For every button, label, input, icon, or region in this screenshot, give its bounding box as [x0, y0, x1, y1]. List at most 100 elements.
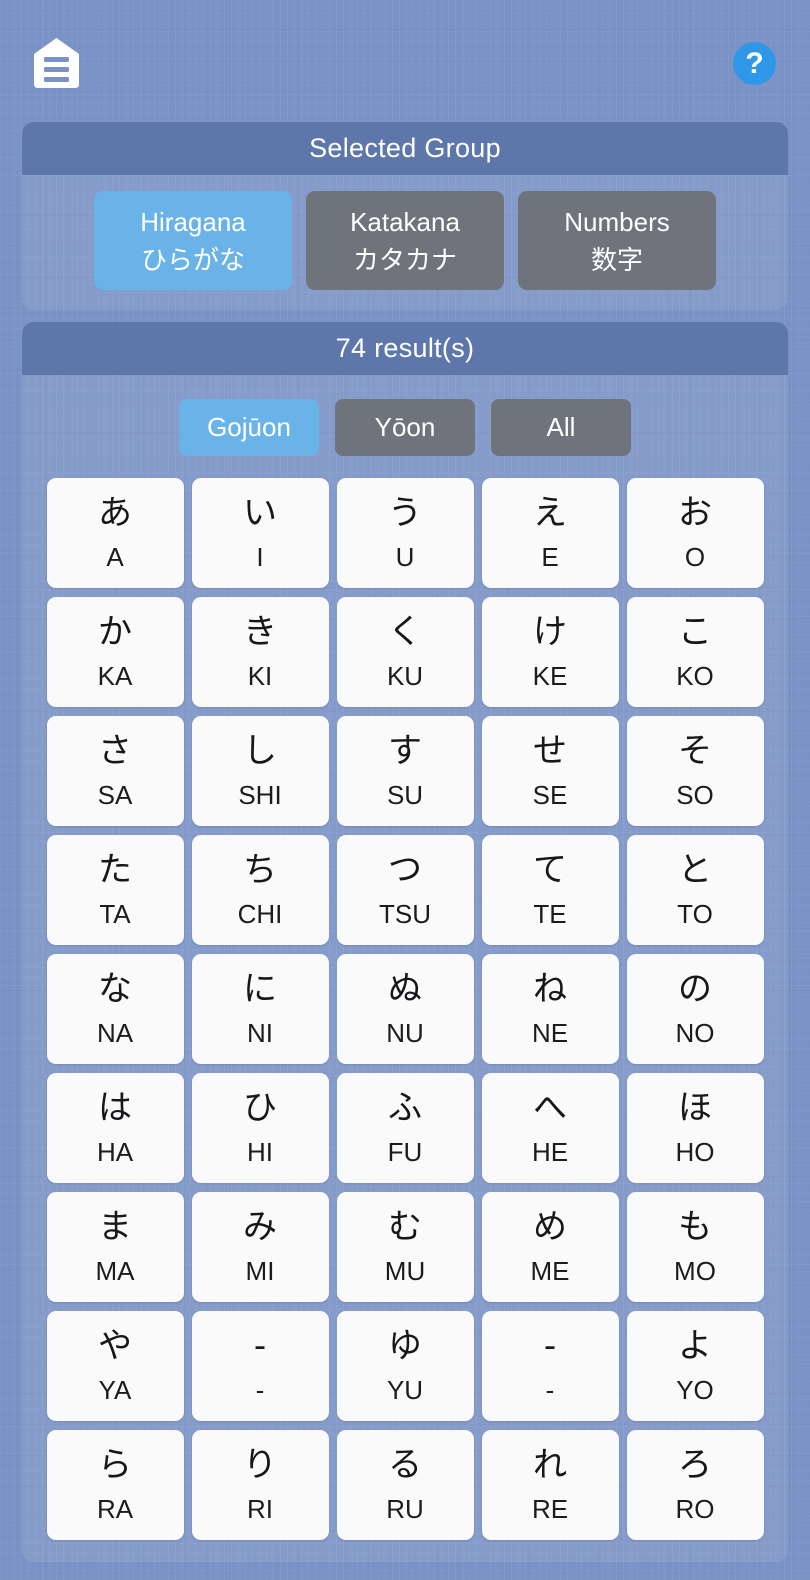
kana-romaji: RA — [96, 1494, 134, 1524]
kana-glyph: け — [533, 612, 567, 652]
kana-romaji: I — [256, 542, 264, 572]
kana-card[interactable]: し SHI — [191, 716, 329, 826]
kana-romaji: MO — [674, 1256, 716, 1286]
kana-card[interactable]: ひ HI — [191, 1073, 329, 1183]
kana-card[interactable]: む MU — [336, 1192, 474, 1302]
kana-card[interactable]: み MI — [191, 1192, 329, 1302]
kana-card[interactable]: め ME — [481, 1192, 619, 1302]
kana-card[interactable]: えE — [481, 478, 619, 588]
kana-card[interactable]: り RI — [191, 1430, 329, 1540]
kana-romaji: TSU — [379, 899, 431, 929]
kana-glyph: み — [243, 1207, 277, 1247]
kana-glyph: ふ — [388, 1088, 422, 1128]
filter-tab-yoon[interactable]: Yōon — [335, 399, 475, 456]
kana-card[interactable]: いI — [191, 478, 329, 588]
group-option-katakana[interactable]: Katakana カタカナ — [306, 191, 504, 290]
kana-card[interactable]: か KA — [46, 597, 184, 707]
kana-card[interactable]: な NA — [46, 954, 184, 1064]
kana-romaji: NO — [675, 1018, 715, 1048]
kana-card[interactable]: ろ RO — [626, 1430, 764, 1540]
kana-card[interactable]: は HA — [46, 1073, 184, 1183]
kana-glyph: ち — [243, 850, 277, 890]
kana-card[interactable]: す SU — [336, 716, 474, 826]
kana-card[interactable]: ま MA — [46, 1192, 184, 1302]
kana-card[interactable]: -- — [191, 1311, 329, 1421]
kana-glyph: に — [243, 969, 277, 1009]
kana-glyph: う — [388, 493, 422, 533]
group-option-kana: カタカナ — [352, 244, 457, 275]
kana-glyph: て — [533, 850, 567, 890]
kana-romaji: E — [541, 542, 559, 572]
kana-card[interactable]: ね NE — [481, 954, 619, 1064]
kana-card[interactable]: も MO — [626, 1192, 764, 1302]
kana-card[interactable]: く KU — [336, 597, 474, 707]
kana-card[interactable]: ぬ NU — [336, 954, 474, 1064]
kana-grid: あ A い I う U え E お O か KA き KI く KU け KE こ KO さ SA し SHI す SU せ SE そ S… — [22, 478, 788, 1546]
app-root: ? Selected Group Hiragana ひらがな Katakana … — [0, 0, 810, 1580]
kana-card[interactable]: れ RE — [481, 1430, 619, 1540]
kana-romaji: TO — [677, 899, 713, 929]
kana-romaji: MI — [245, 1256, 275, 1286]
kana-glyph: ぬ — [388, 969, 422, 1009]
kana-romaji: CHI — [237, 899, 283, 929]
kana-card[interactable]: つ TSU — [336, 835, 474, 945]
kana-glyph: よ — [678, 1326, 712, 1366]
kana-glyph: こ — [678, 612, 712, 652]
kana-glyph: り — [243, 1445, 277, 1485]
group-option-hiragana[interactable]: Hiragana ひらがな — [94, 191, 292, 290]
filter-tab-gojuon[interactable]: Gojūon — [179, 399, 319, 456]
filter-tab-all[interactable]: All — [491, 399, 631, 456]
kana-card[interactable]: -- — [481, 1311, 619, 1421]
kana-romaji: ME — [530, 1256, 570, 1286]
kana-card[interactable]: おO — [626, 478, 764, 588]
kana-card[interactable]: こ KO — [626, 597, 764, 707]
kana-card[interactable]: うU — [336, 478, 474, 588]
kana-card[interactable]: よ YO — [626, 1311, 764, 1421]
kana-card[interactable]: の NO — [626, 954, 764, 1064]
kana-card[interactable]: に NI — [191, 954, 329, 1064]
kana-glyph: ね — [533, 969, 567, 1009]
kana-card[interactable]: と TO — [626, 835, 764, 945]
kana-card[interactable]: ゆ YU — [336, 1311, 474, 1421]
kana-card[interactable]: る RU — [336, 1430, 474, 1540]
kana-card[interactable]: け KE — [481, 597, 619, 707]
kana-glyph: い — [243, 493, 277, 533]
home-menu-icon[interactable] — [33, 37, 80, 89]
kana-romaji: HA — [96, 1137, 134, 1167]
kana-card[interactable]: ふ FU — [336, 1073, 474, 1183]
kana-card[interactable]: そ SO — [626, 716, 764, 826]
kana-card[interactable]: や YA — [46, 1311, 184, 1421]
group-option-romaji: Katakana — [350, 206, 460, 237]
kana-card[interactable]: せ SE — [481, 716, 619, 826]
group-option-kana: 数字 — [590, 244, 643, 275]
kana-card[interactable]: さ SA — [46, 716, 184, 826]
kana-card[interactable]: た TA — [46, 835, 184, 945]
kana-card[interactable]: へ HE — [481, 1073, 619, 1183]
group-option-numbers[interactable]: Numbers 数字 — [518, 191, 716, 290]
kana-romaji: O — [684, 542, 706, 572]
kana-card[interactable]: き KI — [191, 597, 329, 707]
kana-glyph: た — [98, 850, 132, 890]
selected-group-options: Hiragana ひらがな Katakana カタカナ Numbers 数字 — [22, 175, 788, 310]
kana-glyph: ら — [98, 1445, 132, 1485]
kana-card[interactable]: ち CHI — [191, 835, 329, 945]
kana-card[interactable]: ほ HO — [626, 1073, 764, 1183]
kana-glyph: む — [388, 1207, 422, 1247]
help-question-icon[interactable]: ? — [733, 42, 776, 85]
kana-glyph: あ — [98, 493, 132, 533]
kana-card[interactable]: あA — [46, 478, 184, 588]
kana-glyph: す — [388, 731, 422, 771]
kana-glyph: ろ — [678, 1445, 712, 1485]
kana-romaji: KA — [97, 661, 133, 691]
kana-romaji: SA — [97, 780, 133, 810]
kana-glyph: き — [243, 612, 277, 652]
kana-romaji: YO — [676, 1375, 714, 1405]
results-panel: 74 result(s) Gojūon Yōon All あAいIうUえEおOか… — [22, 322, 788, 1562]
kana-card[interactable]: ら RA — [46, 1430, 184, 1540]
kana-romaji: NA — [96, 1018, 134, 1048]
kana-romaji: YU — [386, 1375, 424, 1405]
kana-card[interactable]: て TE — [481, 835, 619, 945]
kana-glyph: お — [678, 493, 712, 533]
kana-romaji: - — [255, 1375, 265, 1405]
kana-romaji: RU — [386, 1494, 424, 1524]
